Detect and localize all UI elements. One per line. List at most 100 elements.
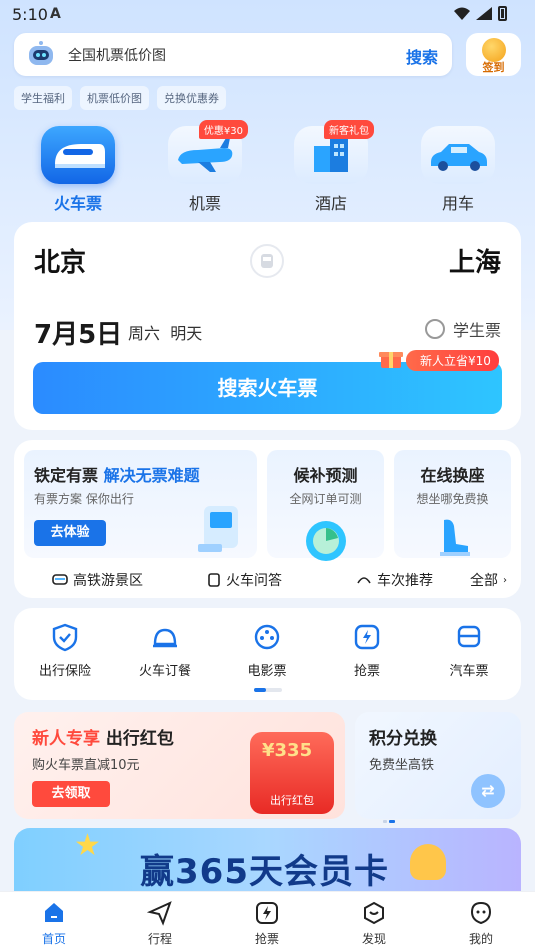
signal-icon	[476, 7, 492, 20]
vip-banner[interactable]: ★ 赢365天会员卡	[14, 828, 521, 898]
tile-title-main: 铁定有票	[34, 466, 99, 485]
question-doc-icon	[208, 573, 220, 587]
tab-label: 抢票	[254, 932, 279, 946]
quick-train-meal[interactable]: 火车订餐	[120, 622, 210, 679]
quick-insurance[interactable]: 出行保险	[20, 622, 110, 679]
hotel-icon-box: 新客礼包	[294, 120, 374, 184]
date-detail[interactable]: 周六 明天	[128, 320, 202, 344]
ticket-machine-icon	[198, 506, 238, 552]
tab-label: 我的	[468, 932, 493, 946]
wifi-icon	[454, 7, 470, 20]
tab-discover[interactable]: 发现	[344, 900, 404, 947]
category-label: 火车票	[53, 194, 102, 213]
services-card: 铁定有票 解决无票难题 有票方案 保你出行 去体验 候补预测 全网订单可测 在线…	[14, 440, 521, 598]
link-scenic-spots[interactable]: 高铁游景区	[52, 570, 143, 590]
departure-city[interactable]: 北京	[34, 242, 86, 279]
status-bar: 5:10 A	[0, 0, 535, 30]
tile-subtitle: 想坐哪免费换	[416, 492, 489, 506]
link-label: 全部	[470, 573, 498, 589]
tag-student[interactable]: 学生福利	[14, 86, 72, 110]
title-highlight: 新人专享	[32, 729, 100, 749]
tab-trips[interactable]: 行程	[130, 900, 190, 947]
student-ticket-radio[interactable]	[424, 319, 445, 339]
search-button[interactable]: 搜索	[406, 44, 438, 68]
flight-icon-box: 优惠¥30	[168, 120, 248, 184]
link-all[interactable]: 全部 ›	[470, 570, 507, 590]
tag-flight-price-map[interactable]: 机票低价图	[80, 86, 149, 110]
link-label: 高铁游景区	[73, 573, 143, 589]
bottom-nav: 首页 行程 抢票 发现 我的	[0, 891, 535, 951]
quick-services-card: 出行保险 火车订餐 电影票 抢票 汽车票	[14, 608, 521, 700]
paper-plane-icon	[146, 901, 172, 926]
quick-label: 汽车票	[449, 664, 489, 679]
shield-icon	[52, 623, 78, 652]
flight-badge: 优惠¥30	[198, 120, 248, 139]
quick-grab-ticket[interactable]: 抢票	[322, 622, 412, 679]
waitlist-prediction-tile[interactable]: 候补预测 全网订单可测	[267, 450, 384, 561]
quick-tags: 学生福利 机票低价图 兑换优惠券	[14, 86, 226, 110]
guaranteed-ticket-tile[interactable]: 铁定有票 解决无票难题 有票方案 保你出行 去体验	[24, 450, 257, 558]
user-icon	[470, 901, 492, 925]
seat-change-tile[interactable]: 在线换座 想坐哪免费换	[394, 450, 511, 558]
points-exchange-card[interactable]: 积分兑换 免费坐高铁 ⇄	[355, 712, 521, 842]
pager-dots	[254, 688, 282, 692]
departure-date[interactable]: 7月5日	[34, 314, 122, 351]
chevron-right-icon: ›	[503, 574, 507, 586]
meal-cloche-icon	[153, 628, 177, 648]
train-booking-card: 北京 上海 7月5日 周六 明天 学生票 搜索火车票 新人立省¥10	[14, 222, 521, 430]
seat-icon	[440, 519, 470, 556]
relative-day: 明天	[170, 324, 203, 343]
gift-icon	[379, 352, 403, 368]
quick-label: 电影票	[247, 664, 287, 679]
tab-home[interactable]: 首页	[24, 900, 84, 947]
category-hotel[interactable]: 新客礼包 酒店	[293, 120, 374, 214]
tag-coupon[interactable]: 兑换优惠券	[157, 86, 226, 110]
search-bar[interactable]: 全国机票低价图 搜索	[14, 33, 452, 76]
link-train-recommend[interactable]: 车次推荐	[356, 570, 433, 590]
checkin-button[interactable]: 签到	[466, 33, 521, 76]
student-ticket-toggle[interactable]: 学生票	[424, 317, 501, 341]
points-pager-dots	[383, 808, 399, 842]
title-main: 出行红包	[105, 729, 174, 749]
checkin-label: 签到	[482, 61, 505, 74]
bell-icon	[410, 844, 446, 880]
quick-bus-ticket[interactable]: 汽车票	[424, 622, 514, 679]
tab-grab-ticket[interactable]: 抢票	[237, 900, 297, 947]
link-label: 车次推荐	[377, 573, 433, 589]
film-reel-icon	[254, 624, 280, 650]
search-input[interactable]: 全国机票低价图	[68, 45, 166, 65]
category-label: 用车	[441, 194, 474, 213]
student-ticket-label: 学生票	[452, 321, 501, 340]
notification-a-icon: A	[50, 6, 61, 22]
try-button[interactable]: 去体验	[34, 520, 106, 546]
tile-title: 在线换座	[420, 466, 485, 485]
category-label: 机票	[188, 194, 221, 213]
category-flight[interactable]: 优惠¥30 机票	[167, 120, 248, 214]
swap-cities-button[interactable]	[250, 244, 284, 278]
quick-movie-ticket[interactable]: 电影票	[222, 622, 312, 679]
link-label: 火车问答	[226, 573, 282, 589]
car-icon-box	[421, 126, 495, 184]
home-icon	[45, 903, 63, 922]
tab-label: 首页	[41, 932, 66, 946]
points-title: 积分兑换	[369, 729, 437, 749]
arrival-city[interactable]: 上海	[449, 242, 501, 279]
exchange-icon: ⇄	[471, 774, 505, 808]
points-subtitle: 免费坐高铁	[369, 758, 435, 773]
red-packet-title: 新人专享 出行红包	[32, 724, 174, 749]
tab-label: 发现	[361, 932, 386, 946]
red-packet-card[interactable]: 新人专享 出行红包 购火车票直减10元 去领取 ¥335 出行红包	[14, 712, 345, 819]
tile-subtitle: 全网订单可测	[289, 492, 362, 506]
tab-mine[interactable]: 我的	[451, 900, 511, 947]
car-icon	[431, 144, 487, 171]
claim-button[interactable]: 去领取	[32, 781, 110, 807]
swap-icon	[261, 254, 273, 268]
service-links: 高铁游景区 火车问答 车次推荐 全部 ›	[14, 570, 521, 590]
tab-label: 行程	[147, 932, 172, 946]
star-icon: ★	[74, 828, 101, 863]
link-train-qa[interactable]: 火车问答	[207, 570, 282, 590]
tile-title: 候补预测	[293, 466, 358, 485]
category-car[interactable]: 用车	[420, 126, 496, 214]
category-train[interactable]: 火车票	[40, 126, 116, 214]
train-small-icon	[52, 574, 68, 585]
